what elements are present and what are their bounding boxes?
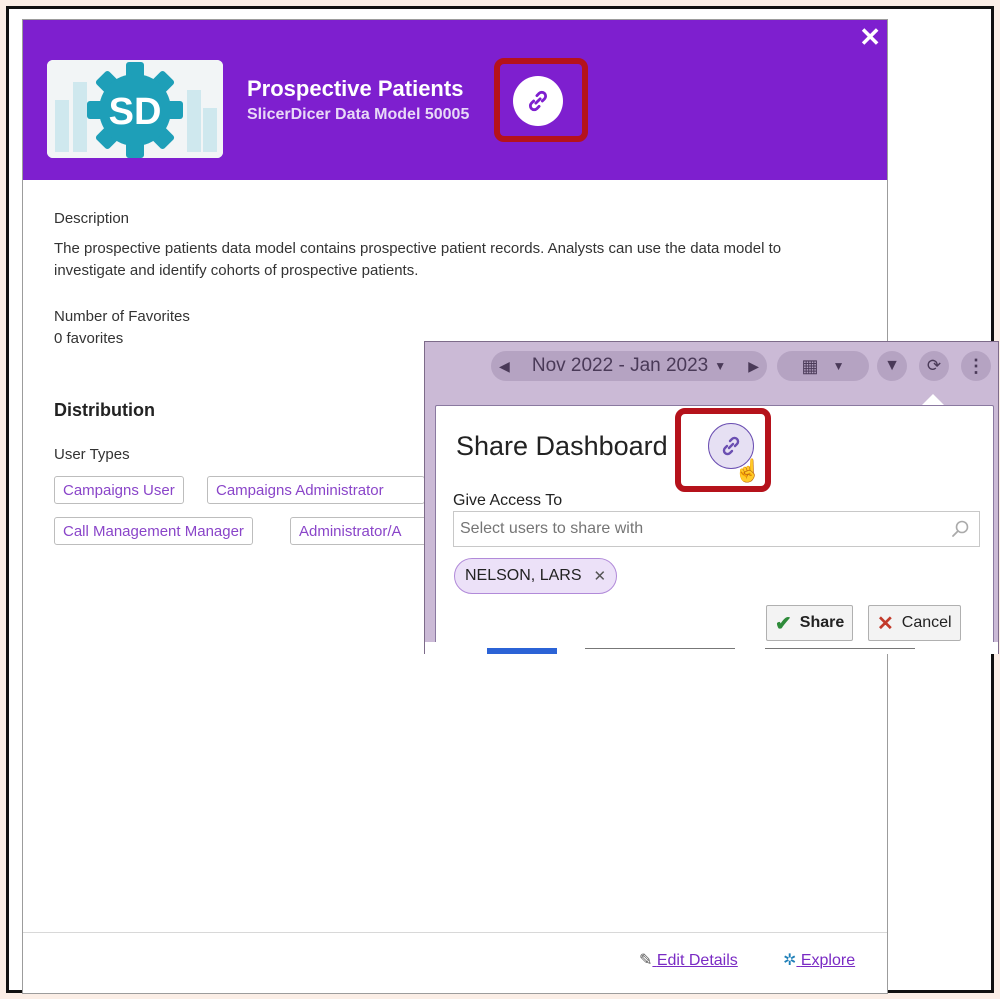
description-text: The prospective patients data model cont… [54, 240, 782, 279]
remove-user-icon[interactable]: ✕ [593, 567, 606, 585]
favorites-value: 0 favorites [54, 330, 124, 347]
favorites-label: Number of Favorites [54, 308, 190, 325]
close-button[interactable]: ✕ [859, 24, 881, 50]
user-type-tag: Call Management Manager [54, 517, 253, 545]
share-dashboard-overlay: ◀ Nov 2022 - Jan 2023 ▼ ▶ ▦ ▼ ▼ ⟳ ⋮ Shar… [424, 341, 999, 654]
share-link-highlight [675, 408, 771, 492]
date-range-label: Nov 2022 - Jan 2023 [531, 355, 709, 376]
explore-link[interactable]: ✲ Explore [783, 950, 855, 970]
cancel-button-label: Cancel [901, 614, 952, 631]
dashboard-view-icon: ▦ [801, 355, 819, 376]
share-icon: ⟳ [926, 356, 942, 375]
filter-icon: ▼ [884, 357, 900, 374]
date-range-picker[interactable]: ◀ Nov 2022 - Jan 2023 ▼ ▶ [491, 351, 767, 381]
slicerdicer-logo: SD [47, 60, 223, 158]
pencil-icon: ✎ [639, 952, 653, 969]
more-options-button[interactable]: ⋮ [961, 351, 991, 381]
user-type-tag: Administrator/A [290, 517, 430, 545]
data-model-subtitle: SlicerDicer Data Model 50005 [247, 106, 470, 123]
cancel-button[interactable]: ✕ Cancel [868, 605, 961, 641]
edit-details-label: Edit Details [656, 952, 738, 969]
user-search-input[interactable] [453, 511, 980, 547]
dashboard-toolbar: ◀ Nov 2022 - Jan 2023 ▼ ▶ ▦ ▼ ▼ ⟳ ⋮ [425, 342, 998, 390]
footer-divider [23, 932, 887, 933]
close-icon: ✕ [877, 612, 894, 635]
chevron-down-icon: ▼ [714, 359, 727, 373]
explore-icon: ✲ [783, 952, 797, 969]
explore-label: Explore [800, 952, 856, 969]
share-button[interactable]: ✔ Share [766, 605, 854, 641]
next-arrow-icon[interactable]: ▶ [748, 358, 759, 375]
selected-user-name: NELSON, LARS [465, 567, 582, 584]
background-dashboard-fragment [425, 642, 998, 654]
header-link-highlight [494, 58, 588, 142]
filter-button[interactable]: ▼ [877, 351, 907, 381]
distribution-title: Distribution [54, 400, 155, 420]
chevron-down-icon: ▼ [832, 359, 845, 373]
share-button-label: Share [799, 614, 845, 631]
data-model-title: Prospective Patients [247, 76, 464, 101]
modal-header: ✕ SD Prospective Patients SlicerDicer Da… [23, 20, 887, 180]
logo-letters: SD [109, 91, 162, 133]
user-type-tag: Campaigns Administrator [207, 476, 425, 504]
selected-user-chip: NELSON, LARS ✕ [454, 558, 618, 594]
description-label: Description [54, 210, 130, 227]
view-options-button[interactable]: ▦ ▼ [777, 351, 869, 381]
edit-details-link[interactable]: ✎ Edit Details [639, 950, 738, 970]
user-types-label: User Types [54, 446, 130, 463]
checkmark-icon: ✔ [775, 612, 792, 635]
prev-arrow-icon[interactable]: ◀ [499, 358, 510, 375]
search-icon [952, 520, 969, 537]
more-vertical-icon: ⋮ [967, 355, 985, 376]
give-access-label: Give Access To [453, 492, 563, 509]
user-type-tag: Campaigns User [54, 476, 184, 504]
share-button-toolbar[interactable]: ⟳ [919, 351, 949, 381]
share-dashboard-title: Share Dashboard [456, 431, 668, 461]
